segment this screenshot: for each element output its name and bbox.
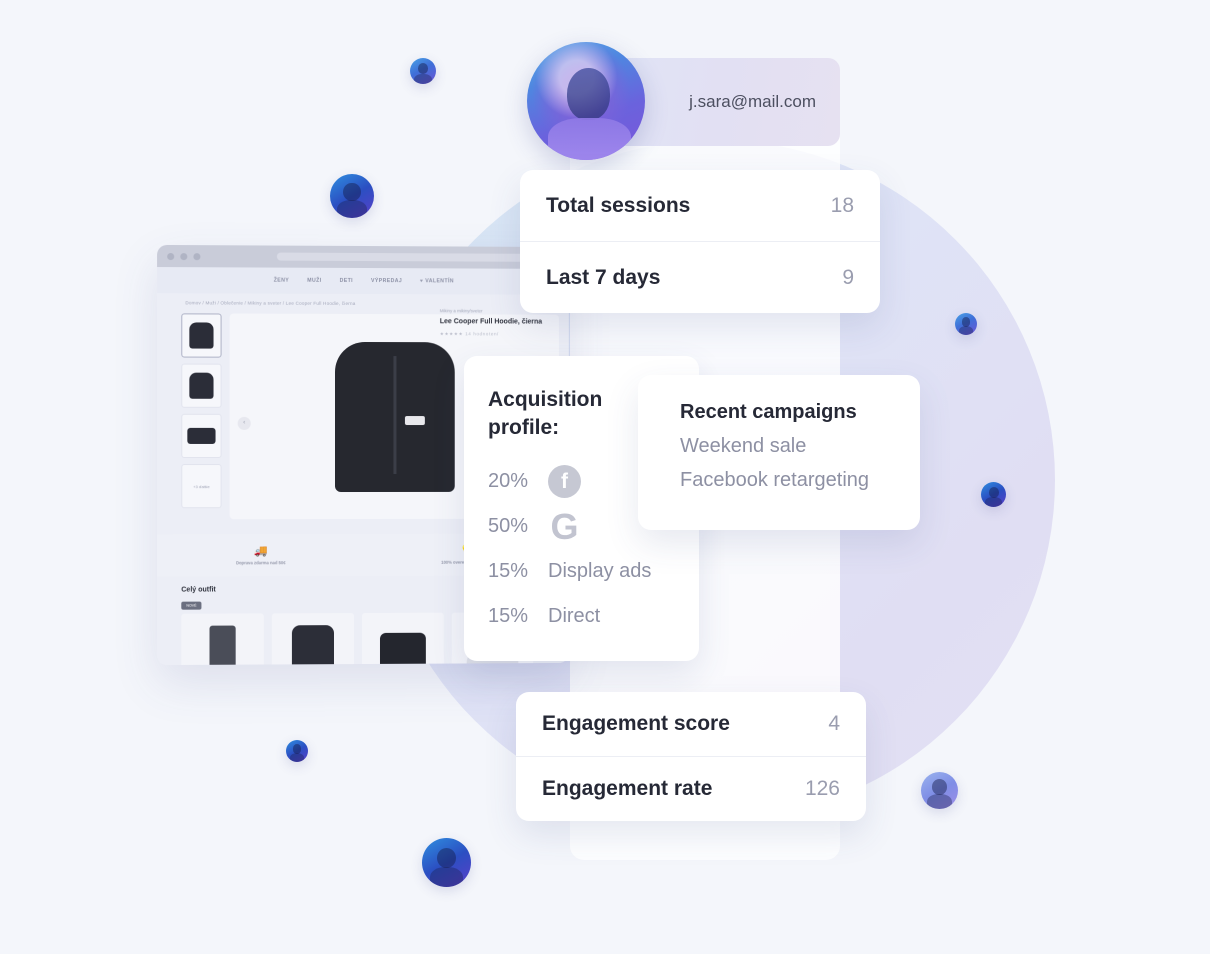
outfit-badge: NOVÉ bbox=[181, 601, 202, 610]
acquisition-title: Acquisition profile: bbox=[488, 388, 603, 439]
jacket-icon bbox=[291, 625, 334, 666]
engagement-row-score: Engagement score 4 bbox=[516, 692, 866, 756]
user-email: j.sara@mail.com bbox=[689, 92, 816, 111]
bubble-body-shape bbox=[289, 753, 305, 762]
thumbnail-hoodie-folded[interactable] bbox=[181, 413, 222, 459]
outfit-item-tshirt[interactable] bbox=[362, 612, 444, 666]
google-icon: G bbox=[550, 505, 579, 547]
acquisition-percent: 15% bbox=[488, 605, 529, 628]
avatar-body-shape bbox=[548, 117, 631, 160]
rating-stars: ★★★★★ bbox=[439, 331, 464, 337]
outfit-item-jacket[interactable] bbox=[271, 613, 355, 666]
gallery-prev-arrow[interactable]: ‹ bbox=[237, 416, 251, 430]
engagement-value: 4 bbox=[828, 712, 840, 735]
nav-item-muzi[interactable]: MUŽI bbox=[307, 278, 321, 284]
avatar-bubble-7 bbox=[422, 838, 471, 887]
metric-row-total-sessions: Total sessions 18 bbox=[520, 170, 880, 241]
nav-item-vypredaj[interactable]: VÝPREDAJ bbox=[371, 278, 402, 284]
avatar-bubble-6 bbox=[921, 772, 958, 809]
facebook-icon: f bbox=[548, 465, 581, 499]
nav-item-valentin[interactable]: ♥ VALENTÍN bbox=[420, 278, 454, 284]
avatar-face-shape bbox=[567, 67, 610, 120]
avatar-bubble-5 bbox=[286, 740, 308, 762]
bubble-body-shape bbox=[985, 497, 1002, 507]
metric-value: 9 bbox=[842, 265, 854, 289]
heart-icon: ♥ bbox=[420, 278, 424, 285]
hoodie-icon bbox=[189, 322, 214, 349]
engagement-row-rate: Engagement rate 126 bbox=[516, 756, 866, 821]
bubble-body-shape bbox=[414, 73, 432, 84]
bubble-body-shape bbox=[337, 200, 367, 218]
truck-icon: 🚚 bbox=[253, 544, 268, 557]
avatar bbox=[527, 42, 645, 160]
nav-item-deti[interactable]: DETI bbox=[340, 278, 353, 284]
bubble-head-shape bbox=[343, 182, 361, 202]
campaigns-title: Recent campaigns bbox=[680, 401, 857, 423]
avatar-bubble-2 bbox=[330, 174, 374, 218]
window-close-dot[interactable] bbox=[167, 252, 175, 260]
rating-count: 14 hodnotení bbox=[465, 331, 499, 337]
metric-label: Last 7 days bbox=[546, 265, 661, 289]
acquisition-percent: 20% bbox=[488, 470, 529, 493]
engagement-label: Engagement score bbox=[542, 712, 730, 735]
nav-item-zeny[interactable]: ŽENY bbox=[274, 278, 289, 284]
bubble-head-shape bbox=[932, 779, 947, 795]
hoodie-folded-icon bbox=[187, 427, 216, 444]
avatar-bubble-1 bbox=[410, 58, 436, 84]
campaign-item-weekend-sale: Weekend sale bbox=[680, 435, 807, 457]
acquisition-item-direct: 15% Direct bbox=[488, 594, 699, 639]
thumbnail-more-label: +3 ďalšie bbox=[193, 483, 210, 489]
metric-row-last-7-days: Last 7 days 9 bbox=[520, 241, 880, 313]
browser-chrome bbox=[157, 244, 569, 269]
bubble-head-shape bbox=[988, 487, 999, 498]
acquisition-name: Direct bbox=[548, 605, 601, 628]
window-minimize-dot[interactable] bbox=[180, 252, 188, 260]
hoodie-product-image bbox=[334, 341, 455, 492]
acquisition-item-display-ads: 15% Display ads bbox=[488, 549, 699, 594]
metric-value: 18 bbox=[830, 193, 854, 217]
feature-shipping-text: Doprava zdarma nad 50€ bbox=[235, 559, 286, 565]
acquisition-name: Display ads bbox=[548, 560, 652, 583]
thumbnail-hoodie-front[interactable] bbox=[181, 313, 222, 358]
thumbnail-more[interactable]: +3 ďalšie bbox=[181, 464, 222, 509]
nav-item-valentin-label: VALENTÍN bbox=[425, 278, 454, 285]
address-bar[interactable] bbox=[276, 252, 530, 262]
bubble-body-shape bbox=[926, 794, 953, 809]
engagement-label: Engagement rate bbox=[542, 777, 713, 800]
bubble-body-shape bbox=[958, 326, 974, 335]
avatar-bubble-3 bbox=[955, 313, 977, 335]
hoodie-icon bbox=[189, 372, 214, 399]
product-title: Lee Cooper Full Hoodie, čierna bbox=[439, 318, 543, 326]
campaign-item-facebook-retargeting: Facebook retargeting bbox=[680, 469, 870, 491]
outfit-item-jeans[interactable] bbox=[181, 613, 264, 666]
engagement-value: 126 bbox=[804, 777, 840, 800]
feature-shipping: 🚚 Doprava zdarma nad 50€ bbox=[157, 544, 364, 566]
acquisition-percent: 50% bbox=[488, 515, 529, 538]
recent-campaigns-card: Recent campaigns Weekend sale Facebook r… bbox=[638, 375, 920, 530]
sessions-card: Total sessions 18 Last 7 days 9 bbox=[520, 170, 880, 313]
acquisition-percent: 15% bbox=[488, 560, 529, 583]
illustration-stage: ŽENY MUŽI DETI VÝPREDAJ ♥ VALENTÍN Prihl… bbox=[0, 0, 1210, 954]
avatar-bubble-4 bbox=[981, 482, 1006, 507]
site-navigation: ŽENY MUŽI DETI VÝPREDAJ ♥ VALENTÍN bbox=[157, 267, 569, 295]
engagement-card: Engagement score 4 Engagement rate 126 bbox=[516, 692, 866, 821]
metric-label: Total sessions bbox=[546, 193, 691, 217]
jeans-icon bbox=[209, 625, 236, 666]
window-maximize-dot[interactable] bbox=[193, 252, 201, 260]
product-rating: ★★★★★ 14 hodnotení bbox=[440, 332, 557, 338]
tshirt-icon bbox=[379, 632, 426, 666]
bubble-body-shape bbox=[429, 867, 464, 887]
thumbnail-hoodie-back[interactable] bbox=[181, 363, 222, 408]
thumbnail-strip: +3 ďalšie bbox=[181, 313, 222, 519]
